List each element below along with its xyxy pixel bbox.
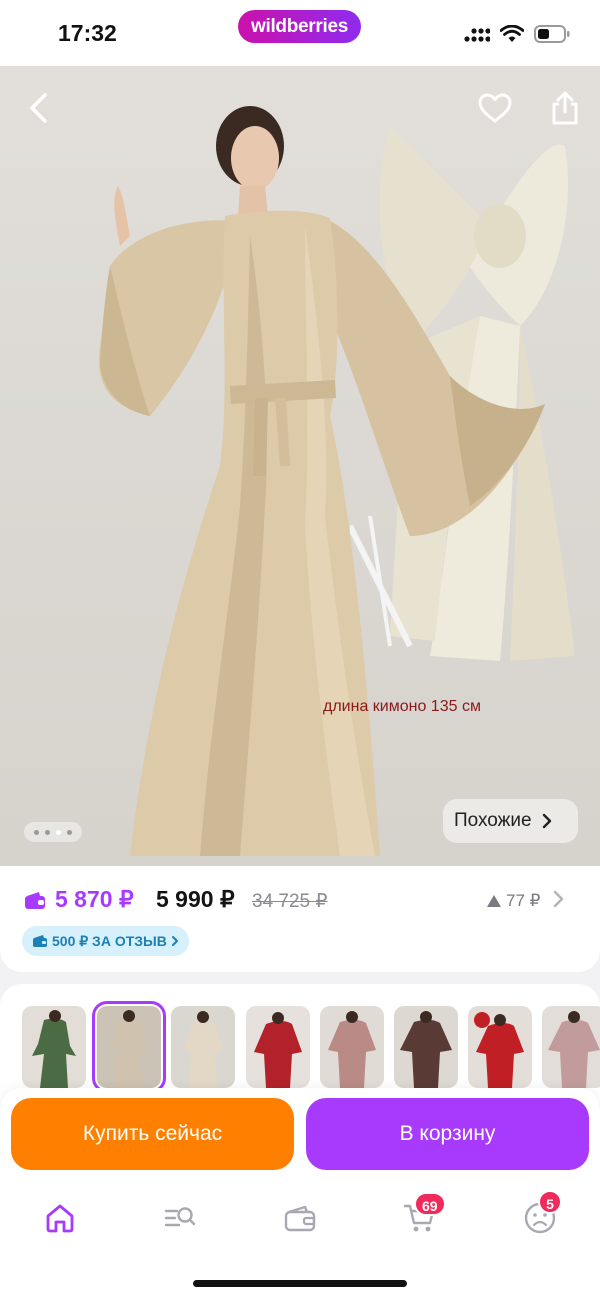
gallery-dot-active <box>56 829 61 835</box>
price-history[interactable]: 77 ₽ <box>486 891 540 911</box>
buy-now-button[interactable]: Купить сейчас <box>11 1098 294 1170</box>
gallery-dot <box>45 829 50 835</box>
variant-thumbnail[interactable] <box>22 1006 86 1088</box>
bottom-tab-bar: 69 5 <box>0 1184 600 1297</box>
battery-icon <box>534 25 570 43</box>
variant-thumbnail[interactable] <box>468 1006 532 1088</box>
catalog-search-icon <box>164 1207 196 1227</box>
cream-kimono-thumb <box>171 1006 235 1088</box>
status-icons <box>464 22 570 46</box>
chevron-left-icon <box>30 93 47 123</box>
wallet-icon <box>284 1205 316 1232</box>
product-image[interactable]: длина кимоно 135 см Похожие <box>0 66 600 866</box>
product-screen: 17:32 wildberries длина кимоно 135 см По… <box>0 0 600 1297</box>
beige-kimono-thumb <box>97 1006 161 1088</box>
chevron-right-icon <box>171 936 178 946</box>
old-price: 34 725 ₽ <box>252 891 328 912</box>
similar-products-button[interactable]: Похожие <box>443 799 578 843</box>
profile-badge: 5 <box>538 1190 562 1214</box>
variant-thumbnail[interactable] <box>394 1006 458 1088</box>
triangle-up-icon <box>487 895 501 907</box>
back-button[interactable] <box>18 86 58 130</box>
wifi-icon <box>500 25 524 42</box>
similar-label: Похожие <box>454 810 532 831</box>
dusty-pink-kimono-thumb <box>542 1006 600 1088</box>
chevron-right-icon <box>542 813 551 829</box>
green-kimono-thumb <box>22 1006 86 1088</box>
purchase-actions: Купить сейчас В корзину <box>0 1088 600 1184</box>
tab-home[interactable] <box>40 1198 80 1238</box>
price-section: 5 870 ₽ 5 990 ₽ 34 725 ₽ 77 ₽ 500 ₽ ЗА О… <box>0 866 600 972</box>
share-icon <box>552 91 578 125</box>
add-to-cart-button[interactable]: В корзину <box>306 1098 589 1170</box>
chevron-right-icon[interactable] <box>553 890 565 908</box>
variant-thumbnail[interactable] <box>246 1006 310 1088</box>
status-bar: 17:32 wildberries <box>0 0 600 66</box>
favorite-button[interactable] <box>474 88 516 128</box>
current-price: 5 990 ₽ <box>156 886 235 912</box>
color-variants <box>0 984 600 1104</box>
brand-logo: wildberries <box>238 10 361 43</box>
status-time: 17:32 <box>58 20 117 46</box>
variant-thumbnail[interactable] <box>171 1006 235 1088</box>
gallery-dot <box>34 829 39 835</box>
wallet-price-value: 5 870 ₽ <box>55 886 134 912</box>
wallet-icon <box>33 935 47 947</box>
home-icon <box>46 1204 74 1233</box>
variant-thumbnail[interactable] <box>320 1006 384 1088</box>
gallery-pagination <box>24 822 82 842</box>
crimson-kimono-thumb <box>468 1006 532 1088</box>
variant-thumbnail-selected[interactable] <box>92 1001 166 1093</box>
price-change-value: 77 ₽ <box>506 891 541 910</box>
heart-icon <box>478 93 512 123</box>
red-kimono-thumb <box>246 1006 310 1088</box>
cellular-signal-icon <box>464 28 490 42</box>
chocolate-kimono-thumb <box>394 1006 458 1088</box>
tab-catalog[interactable] <box>160 1198 200 1238</box>
gallery-dot <box>67 829 72 835</box>
home-indicator <box>193 1280 407 1287</box>
review-bonus-chip[interactable]: 500 ₽ ЗА ОТЗЫВ <box>22 926 189 956</box>
wallet-price[interactable]: 5 870 ₽ <box>24 886 134 913</box>
wallet-icon <box>25 891 45 909</box>
review-bonus-label: 500 ₽ ЗА ОТЗЫВ <box>52 932 167 949</box>
cart-badge: 69 <box>414 1192 446 1216</box>
variant-thumbnail[interactable] <box>542 1006 600 1088</box>
tab-wallet[interactable] <box>280 1198 320 1238</box>
model-in-kimono-illustration <box>99 106 545 857</box>
share-button[interactable] <box>544 86 586 130</box>
image-caption: длина кимоно 135 см <box>323 698 481 715</box>
rose-kimono-thumb <box>320 1006 384 1088</box>
